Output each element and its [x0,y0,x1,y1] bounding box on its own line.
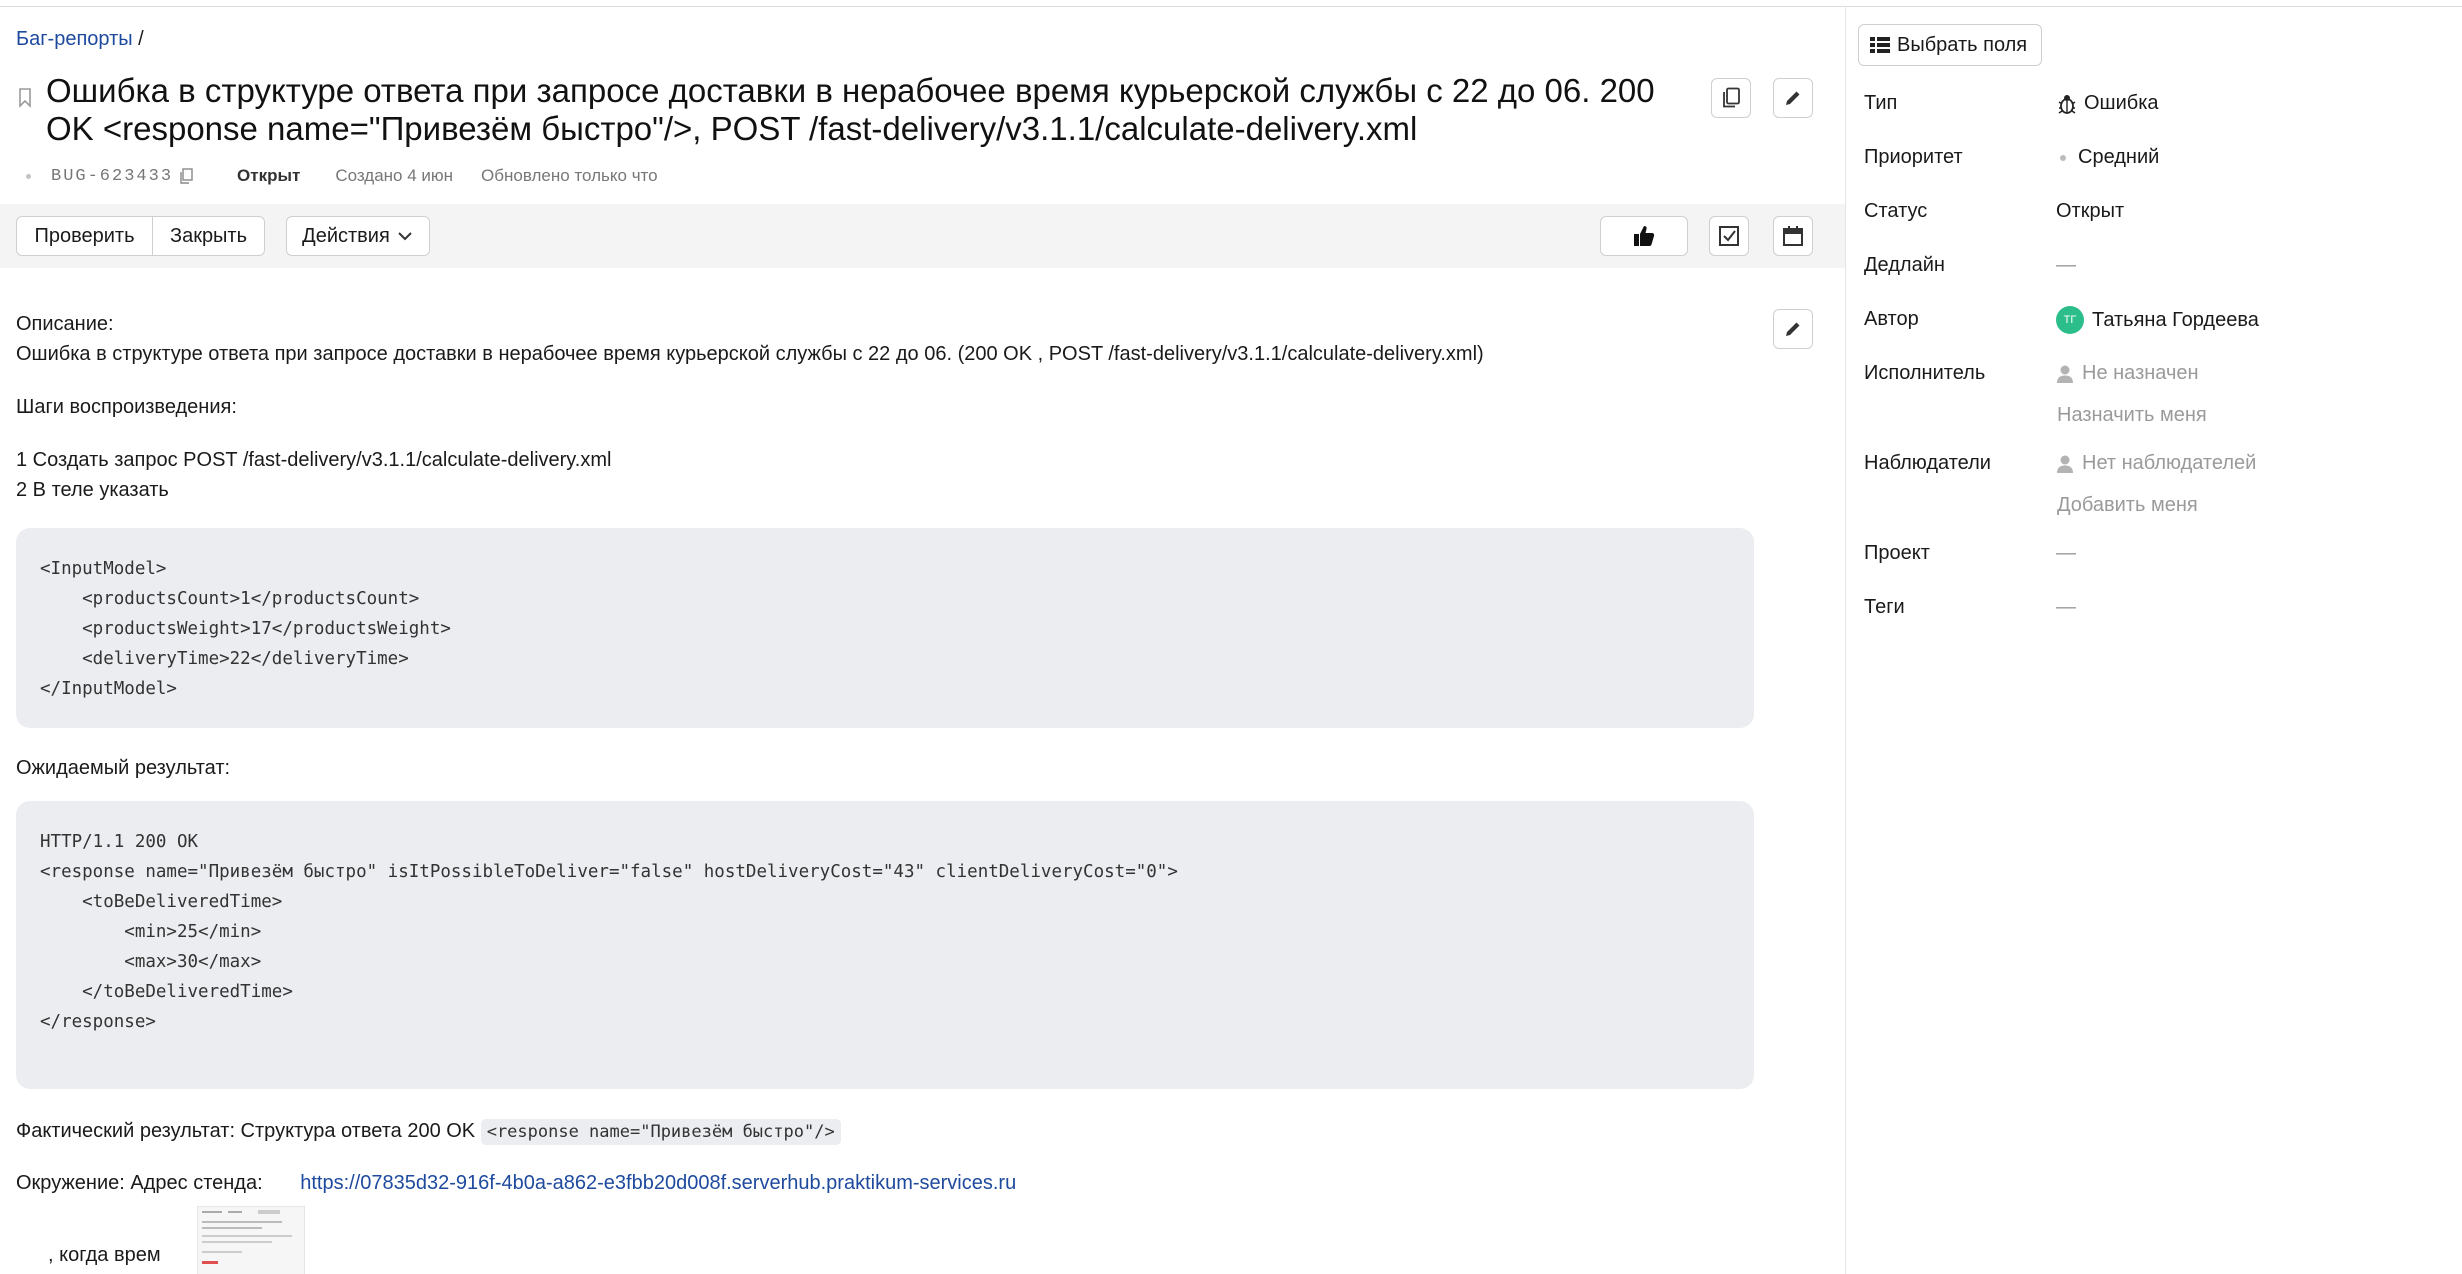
issue-title: Ошибка в структуре ответа при запросе до… [46,72,1655,147]
environment-label: Окружение: Адрес стенда: [16,1172,263,1194]
prop-value-status[interactable]: Открыт [2056,200,2124,223]
like-button[interactable] [1600,216,1688,256]
assignee-value: Не назначен [2082,362,2199,384]
action-toolbar: Проверить Закрыть Действия [0,204,1845,268]
check-button[interactable]: Проверить [16,216,153,256]
calendar-icon [1783,226,1803,246]
meta-dot [26,173,31,179]
description-label: Описание: [16,313,114,335]
prop-label-tags: Теги [1864,596,1905,618]
properties-sidebar: Выбрать поля Тип Ошибка Приоритет Средни… [1846,6,2462,1274]
environment-url-link[interactable]: https://07835d32-916f-4b0a-a862-e3fbb20d… [300,1172,1016,1194]
actual-label: Фактический результат: Структура ответа … [16,1120,476,1142]
partial-text: , когда врем [48,1244,161,1266]
prop-value-project[interactable]: — [2056,542,2076,565]
step-1: 1 Создать запрос POST /fast-delivery/v3.… [16,449,612,471]
actual-result: Фактический результат: Структура ответа … [16,1116,841,1147]
assign-me-link[interactable]: Назначить меня [2057,404,2207,427]
pencil-icon [1786,91,1800,105]
author-name: Татьяна Гордеева [2092,308,2259,331]
breadcrumb-link-bug-reports[interactable]: Баг-репорты [16,28,133,50]
chevron-down-icon [398,232,412,241]
copy-icon [1723,87,1740,108]
description-text: Ошибка в структуре ответа при запросе до… [16,343,1484,365]
expected-label: Ожидаемый результат: [16,757,231,779]
created-date: Создано 4 июн [335,166,454,185]
prop-label-followers: Наблюдатели [1864,452,1991,474]
actions-dropdown[interactable]: Действия [286,216,430,256]
prop-label-assignee: Исполнитель [1864,362,1986,384]
issue-key[interactable]: BUG-623433 [51,167,173,186]
prop-value-tags[interactable]: — [2056,596,2076,619]
prop-label-author: Автор [1864,308,1919,330]
prop-value-deadline[interactable]: — [2056,254,2076,277]
prop-value-priority[interactable]: Средний [2060,146,2159,169]
expected-code-block: HTTP/1.1 200 OK <response name="Привезём… [16,801,1754,1089]
checkbox-icon [1719,226,1739,246]
prop-label-status: Статус [1864,200,1928,222]
prop-label-deadline: Дедлайн [1864,254,1945,276]
edit-title-button[interactable] [1773,78,1813,118]
prop-value-type[interactable]: Ошибка [2056,92,2159,115]
person-icon [2057,455,2073,473]
attachment-thumbnail[interactable] [197,1206,305,1274]
prop-label-type: Тип [1864,92,1898,114]
followers-value: Нет наблюдателей [2082,452,2257,474]
bookmark-icon[interactable] [18,88,32,108]
checklist-button[interactable] [1709,216,1749,256]
calendar-button[interactable] [1773,216,1813,256]
thumbnail-preview [202,1210,292,1264]
actions-label: Действия [302,224,390,247]
prop-label-priority: Приоритет [1864,146,1963,168]
close-button[interactable]: Закрыть [152,216,265,256]
prop-value-assignee[interactable]: Не назначен [2056,362,2199,385]
prop-label-project: Проект [1864,542,1930,564]
thumbs-up-icon [1634,226,1655,246]
choose-fields-label: Выбрать поля [1897,33,2028,56]
person-icon [2057,365,2073,383]
status-badge: Открыт [237,166,301,185]
issue-meta: BUG-623433 Открыт Создано 4 июн Обновлен… [26,166,658,186]
edit-description-button[interactable] [1773,309,1813,349]
avatar: ТГ [2056,306,2084,334]
steps-label: Шаги воспроизведения: [16,396,237,418]
actual-inline-code: <response name="Привезём быстро"/> [480,1119,841,1145]
request-code-block: <InputModel> <productsCount>1</productsC… [16,528,1754,728]
fields-icon [1870,37,1890,53]
copy-key-icon[interactable] [179,168,193,184]
add-me-link[interactable]: Добавить меня [2057,494,2198,517]
prop-value-author[interactable]: ТГ Татьяна Гордеева [2056,306,2259,334]
pencil-icon [1786,322,1800,336]
priority-dot [2060,154,2066,161]
bug-icon [2058,94,2076,114]
choose-fields-button[interactable]: Выбрать поля [1858,24,2043,66]
breadcrumb-separator: / [132,28,144,50]
copy-link-button[interactable] [1711,78,1751,118]
priority-value: Средний [2078,146,2160,168]
environment-line: Окружение: Адрес стенда: https://07835d3… [16,1168,1016,1198]
type-value: Ошибка [2084,92,2159,114]
updated-date: Обновлено только что [481,166,658,185]
prop-value-followers[interactable]: Нет наблюдателей [2056,452,2256,475]
issue-main: Баг-репорты / Ошибка в структуре ответа … [0,6,1845,1274]
breadcrumb: Баг-репорты / [16,28,144,51]
step-2: 2 В теле указать [16,479,169,501]
